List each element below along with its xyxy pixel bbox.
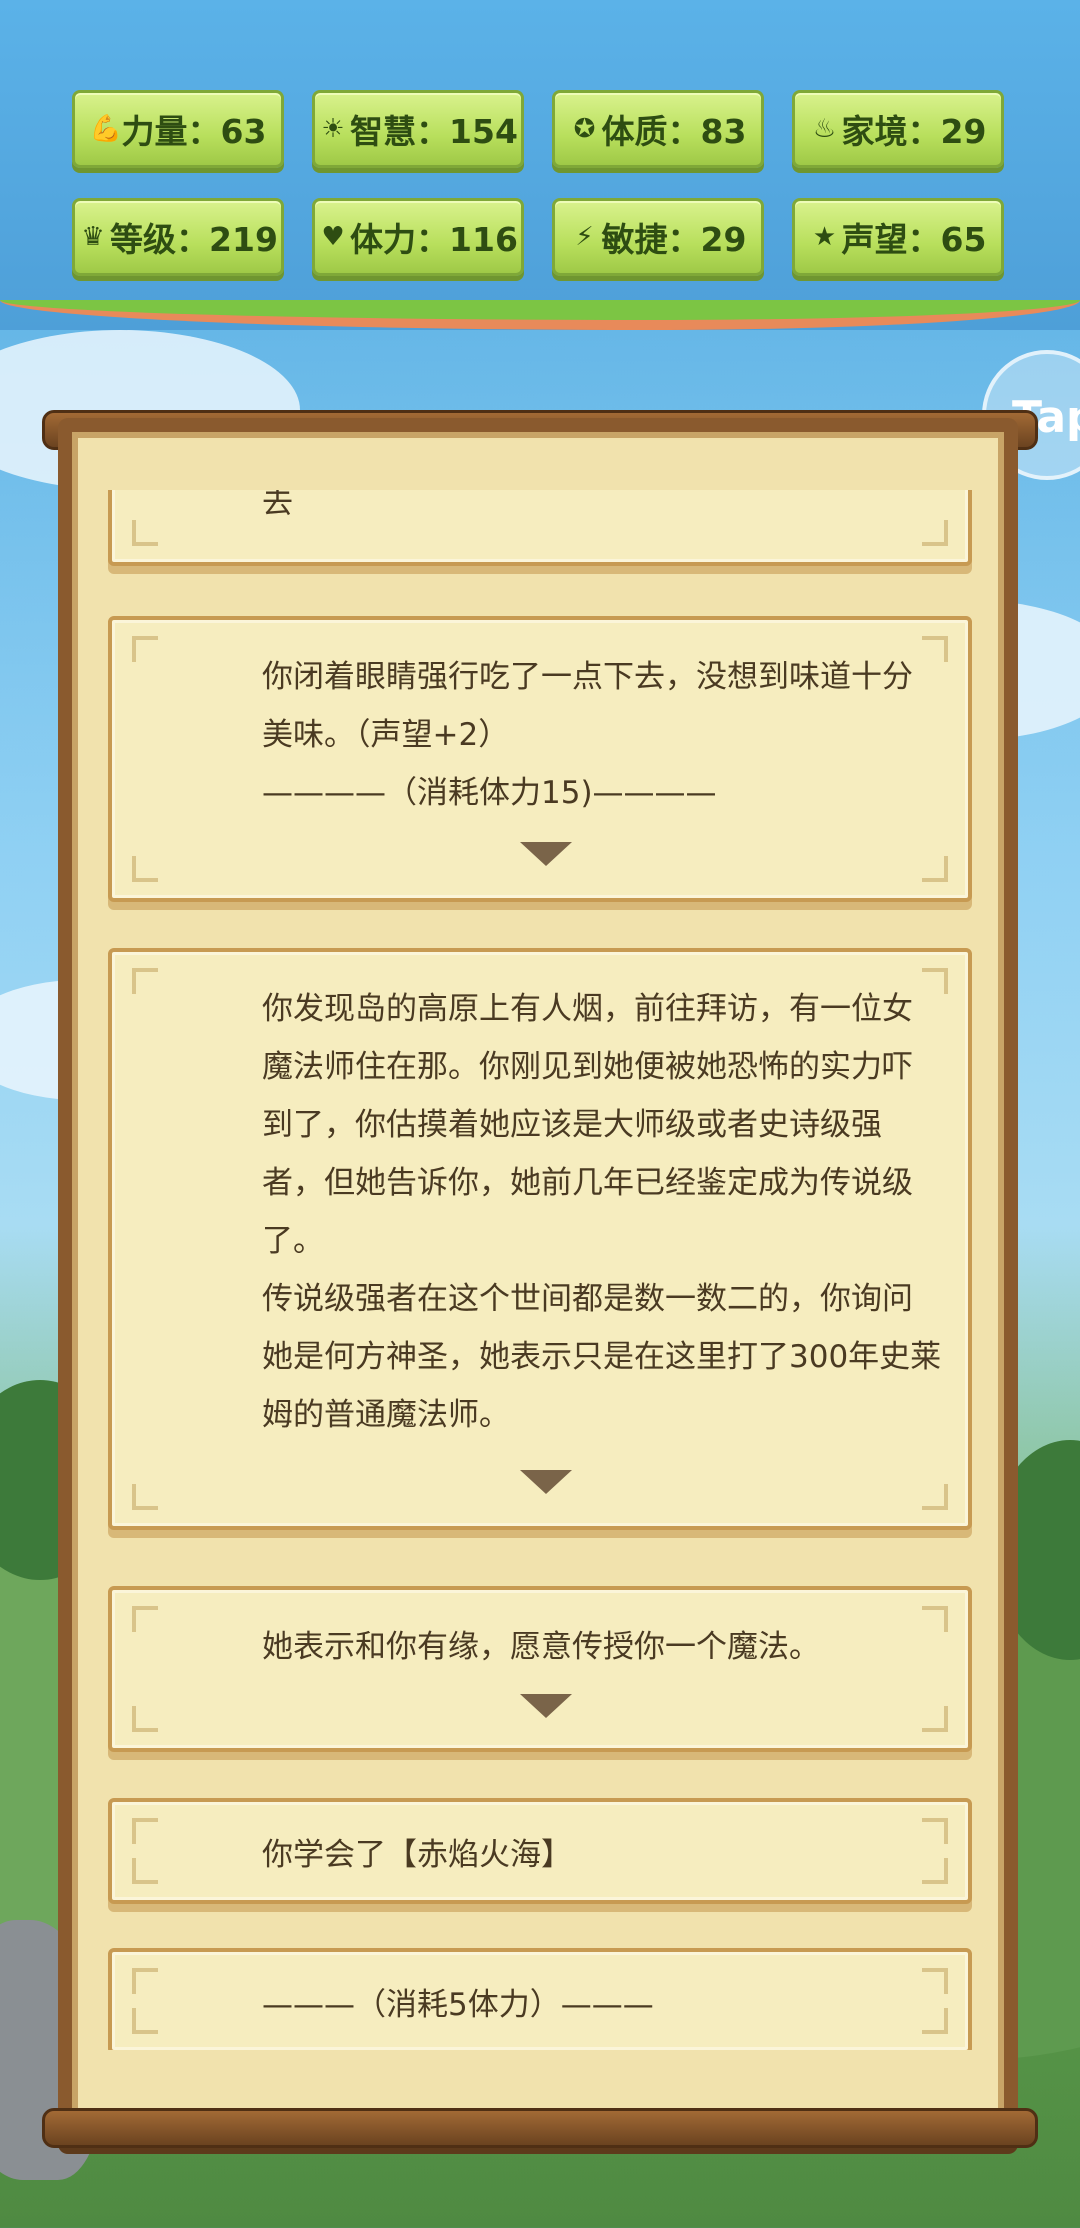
stat-family-label: 家境：29 — [841, 112, 987, 151]
event-text: 你闭着眼睛强行吃了一点下去，没想到味道十分美味。（声望+2） ————（消耗体力… — [262, 659, 913, 811]
stat-agility: ⚡ 敏捷：29 — [552, 198, 764, 276]
corner-ornament — [922, 1858, 948, 1884]
level-crown-icon: ♛ — [81, 222, 105, 252]
stat-stamina-label: 体力：116 — [350, 220, 518, 259]
stat-strength: 💪 力量：63 — [72, 90, 284, 168]
corner-ornament — [132, 1606, 158, 1632]
corner-ornament — [132, 856, 158, 882]
expand-arrow-icon[interactable] — [520, 1470, 572, 1494]
wisdom-icon: ☀ — [321, 114, 345, 144]
corner-ornament — [922, 1706, 948, 1732]
corner-ornament — [132, 636, 158, 662]
corner-ornament — [132, 1706, 158, 1732]
event-card: 她表示和你有缘，愿意传授你一个魔法。 — [108, 1586, 972, 1752]
stat-level-label: 等级：219 — [110, 220, 278, 259]
corner-ornament — [132, 520, 158, 546]
stat-wisdom-label: 智慧：154 — [350, 112, 518, 151]
constitution-icon: ✪ — [573, 114, 596, 144]
event-card: 你发现岛的高原上有人烟，前往拜访，有一位女魔法师住在那。你刚见到她便被她恐怖的实… — [108, 948, 972, 1530]
corner-ornament — [132, 2008, 158, 2034]
stat-reputation: ★ 声望：65 — [792, 198, 1004, 276]
event-text: 她表示和你有缘，愿意传授你一个魔法。 — [262, 1629, 820, 1665]
event-card: ———（消耗5体力）——— — [108, 1948, 972, 2050]
event-text: 去 — [262, 490, 293, 521]
event-text: 你学会了【赤焰火海】 — [262, 1837, 572, 1873]
event-text: 你发现岛的高原上有人烟，前往拜访，有一位女魔法师住在那。你刚见到她便被她恐怖的实… — [262, 991, 942, 1433]
scroll-bottom-rod — [42, 2108, 1038, 2148]
stat-stamina: ♥ 体力：116 — [312, 198, 524, 276]
event-card: 你学会了【赤焰火海】 — [108, 1798, 972, 1904]
corner-ornament — [922, 520, 948, 546]
stat-constitution: ✪ 体质：83 — [552, 90, 764, 168]
event-card: 去 — [108, 490, 972, 566]
corner-ornament — [132, 1968, 158, 1994]
stat-wisdom: ☀ 智慧：154 — [312, 90, 524, 168]
corner-ornament — [922, 856, 948, 882]
event-text: ———（消耗5体力）——— — [262, 1987, 654, 2023]
stat-family: ♨ 家境：29 — [792, 90, 1004, 168]
corner-ornament — [132, 1818, 158, 1844]
stat-agility-label: 敏捷：29 — [601, 220, 747, 259]
family-icon: ♨ — [812, 114, 837, 144]
stat-strength-label: 力量：63 — [121, 112, 267, 151]
corner-ornament — [922, 2008, 948, 2034]
event-log[interactable]: 去 你闭着眼睛强行吃了一点下去，没想到味道十分美味。（声望+2） ————（消耗… — [108, 490, 972, 2050]
event-card: 你闭着眼睛强行吃了一点下去，没想到味道十分美味。（声望+2） ————（消耗体力… — [108, 616, 972, 902]
corner-ornament — [132, 1484, 158, 1510]
stamina-heart-icon: ♥ — [321, 222, 345, 252]
strength-icon: 💪 — [89, 114, 122, 144]
stat-reputation-label: 声望：65 — [841, 220, 987, 259]
corner-ornament — [132, 1858, 158, 1884]
corner-ornament — [132, 968, 158, 994]
stat-level: ♛ 等级：219 — [72, 198, 284, 276]
expand-arrow-icon[interactable] — [520, 842, 572, 866]
reputation-star-icon: ★ — [812, 222, 837, 252]
expand-arrow-icon[interactable] — [520, 1694, 572, 1718]
stat-constitution-label: 体质：83 — [601, 112, 747, 151]
agility-bolt-icon: ⚡ — [575, 222, 594, 252]
corner-ornament — [922, 1484, 948, 1510]
